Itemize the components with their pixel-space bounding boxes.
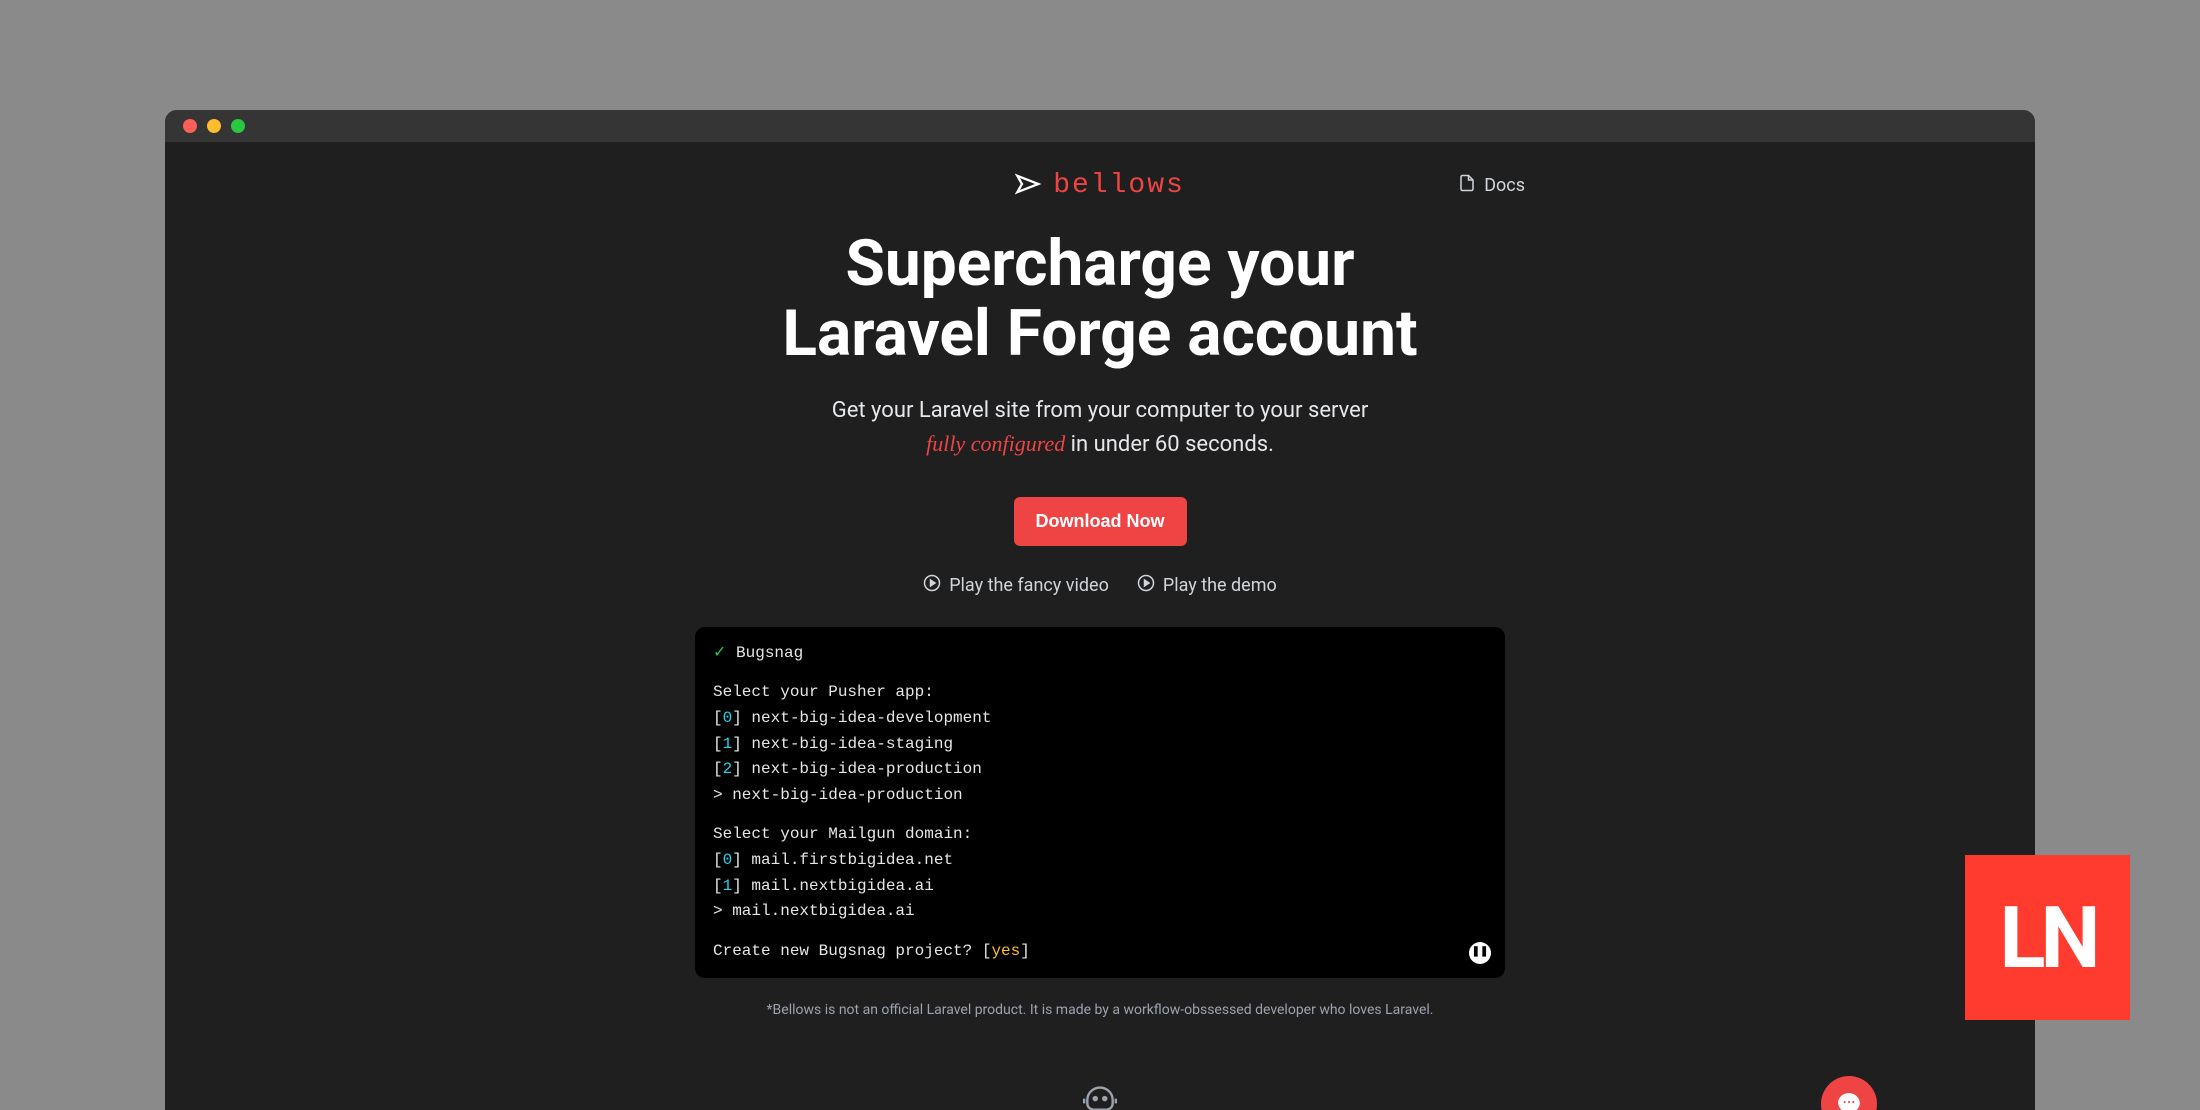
terminal-line: [0] next-big-idea-development xyxy=(713,706,1487,732)
robot-icon xyxy=(1081,1078,1119,1110)
browser-window: bellows Docs Supercharge your Laravel Fo… xyxy=(165,110,2035,1110)
play-icon xyxy=(923,574,941,597)
disclaimer-text: *Bellows is not an official Laravel prod… xyxy=(767,1002,1434,1018)
document-icon xyxy=(1458,174,1476,197)
window-minimize-button[interactable] xyxy=(207,119,221,133)
window-close-button[interactable] xyxy=(183,119,197,133)
window-titlebar xyxy=(165,110,2035,142)
ln-badge-text: LN xyxy=(2000,888,2096,988)
docs-link[interactable]: Docs xyxy=(1458,174,1525,197)
check-icon: ✓ xyxy=(713,644,726,662)
page-headline: Supercharge your Laravel Forge account xyxy=(782,229,1417,370)
top-nav: bellows Docs xyxy=(165,170,2035,201)
terminal-line: [0] mail.firstbigidea.net xyxy=(713,848,1487,874)
terminal-line: > mail.nextbigidea.ai xyxy=(713,899,1487,925)
page-content: bellows Docs Supercharge your Laravel Fo… xyxy=(165,142,2035,1110)
window-maximize-button[interactable] xyxy=(231,119,245,133)
video-links: Play the fancy video Play the demo xyxy=(923,574,1277,597)
bellows-logo-icon xyxy=(1015,173,1043,199)
terminal-line: Select your Pusher app: xyxy=(713,680,1487,706)
terminal-line: [1] mail.nextbigidea.ai xyxy=(713,874,1487,900)
terminal-line: > next-big-idea-production xyxy=(713,783,1487,809)
play-icon xyxy=(1137,574,1155,597)
page-subheadline: Get your Laravel site from your computer… xyxy=(832,394,1369,461)
download-button[interactable]: Download Now xyxy=(1014,497,1187,546)
play-fancy-video-link[interactable]: Play the fancy video xyxy=(923,574,1109,597)
brand-logo[interactable]: bellows xyxy=(1015,170,1185,201)
ln-badge[interactable]: LN xyxy=(1965,855,2130,1020)
play-demo-link[interactable]: Play the demo xyxy=(1137,574,1277,597)
terminal-line: Create new Bugsnag project? [yes] xyxy=(713,939,1487,965)
docs-label: Docs xyxy=(1484,175,1525,196)
terminal-line: [2] next-big-idea-production xyxy=(713,757,1487,783)
terminal-line: Select your Mailgun domain: xyxy=(713,822,1487,848)
terminal-line: [1] next-big-idea-staging xyxy=(713,732,1487,758)
brand-name: bellows xyxy=(1053,170,1185,201)
pause-button[interactable]: ❚❚ xyxy=(1469,942,1491,964)
terminal-demo: ✓ Bugsnag Select your Pusher app: [0] ne… xyxy=(695,627,1505,979)
